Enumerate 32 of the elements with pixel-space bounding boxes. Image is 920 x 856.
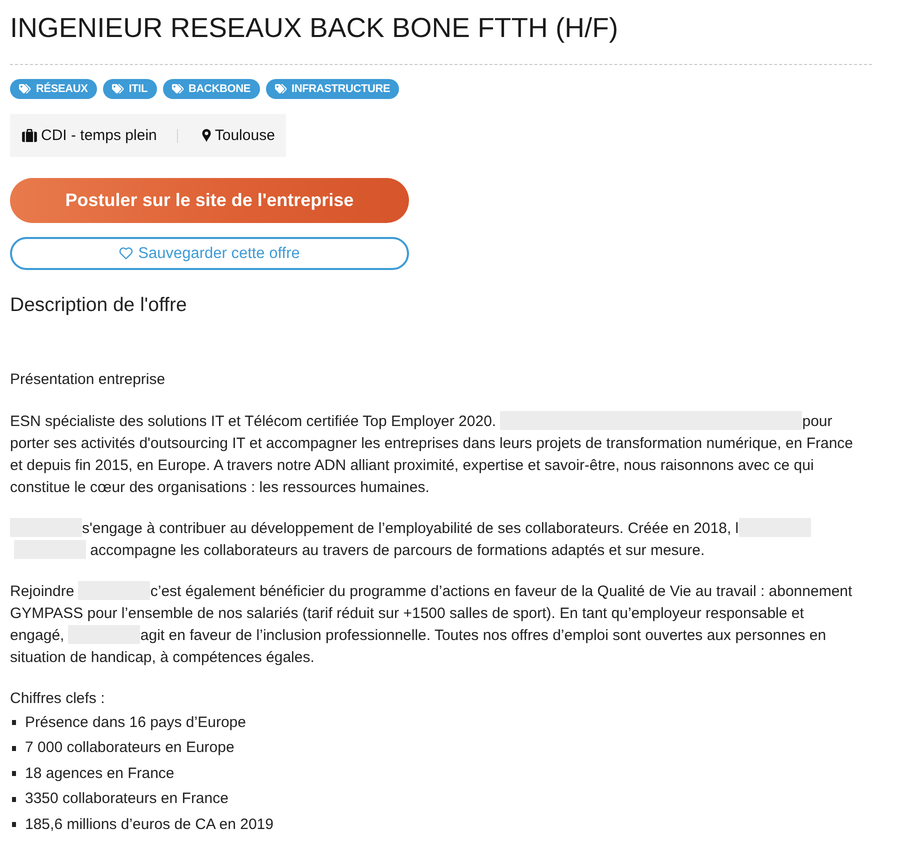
tag-icon xyxy=(172,84,185,94)
list-item-text: 185,6 millions d’euros de CA en 2019 xyxy=(25,814,274,835)
job-info-text: CDI - temps plein xyxy=(41,127,157,144)
square-bullet-icon xyxy=(12,796,16,802)
square-bullet-icon xyxy=(12,822,16,828)
description-text: Présentation entreprise xyxy=(10,370,166,390)
tag-link[interactable]: BACKBONE xyxy=(162,79,260,99)
apply-button[interactable]: Postuler sur le site de l'entreprise xyxy=(10,178,409,223)
tag-link[interactable]: INFRASTRUCTURE xyxy=(266,79,400,99)
description-paragraph: ESN spécialiste des solutions IT et Télécom certifiée Top Employer 2020. pour porter ses activités d'outsourcing IT et accompagner les entreprises dans leurs projets de transformation numérique, en France et depuis fin 2015, en Europe. A travers notre ADN alliant proximité, expertise et savoir-être, nous raisonnons avec ce qui constitue le cœur des organisations : les ressources humaines. xyxy=(10,411,854,498)
square-bullet-icon xyxy=(12,720,16,726)
section-heading: Description de l'offre xyxy=(10,293,187,318)
map-pin-icon xyxy=(202,129,211,142)
job-title: INGENIEUR RESEAUX BACK BONE FTTH (H/F) xyxy=(10,11,618,45)
description-paragraph: s'engage à contribuer au développement de l’employabilité de ses collaborateurs. Créée en 2018, l accompagne les collaborateurs au travers de parcours de formations adaptés et sur mesure. xyxy=(10,518,860,562)
square-bullet-icon xyxy=(12,771,16,776)
tag-link[interactable]: RÉSEAUX xyxy=(10,79,97,99)
save-offer-button[interactable]: Sauvegarder cette offre xyxy=(10,237,409,270)
list-item-text: Présence dans 16 pays d’Europe xyxy=(25,712,246,733)
tag-icon xyxy=(112,84,125,94)
job-info-text: Toulouse xyxy=(214,127,275,144)
tag-icon xyxy=(19,84,32,94)
list-item-text: 18 agences en France xyxy=(25,764,174,784)
tag-link[interactable]: ITIL xyxy=(102,79,157,99)
list-item-text: 3350 collaborateurs en France xyxy=(25,789,228,810)
description-paragraph: Rejoindre c’est également bénéficier du programme d’actions en faveur de la Qualité de Vie au travail : abonnement GYMPASS pour l’ensemble de nos salariés (tarif réduit sur +1500 salles de sport). En tant qu’employeur responsable et engagé, agit en faveur de l’inclusion professionnelle. Toutes nos offres d’emploi sont ouvertes aux personnes en situation de handicap, à compétences égales. xyxy=(10,581,854,668)
square-bullet-icon xyxy=(12,746,16,751)
list-item-text: 7 000 collaborateurs en Europe xyxy=(25,738,234,758)
briefcase-icon xyxy=(22,129,37,142)
tag-icon xyxy=(274,84,288,94)
heart-icon xyxy=(119,247,134,260)
list-title: Chiffres clefs : xyxy=(10,689,105,709)
